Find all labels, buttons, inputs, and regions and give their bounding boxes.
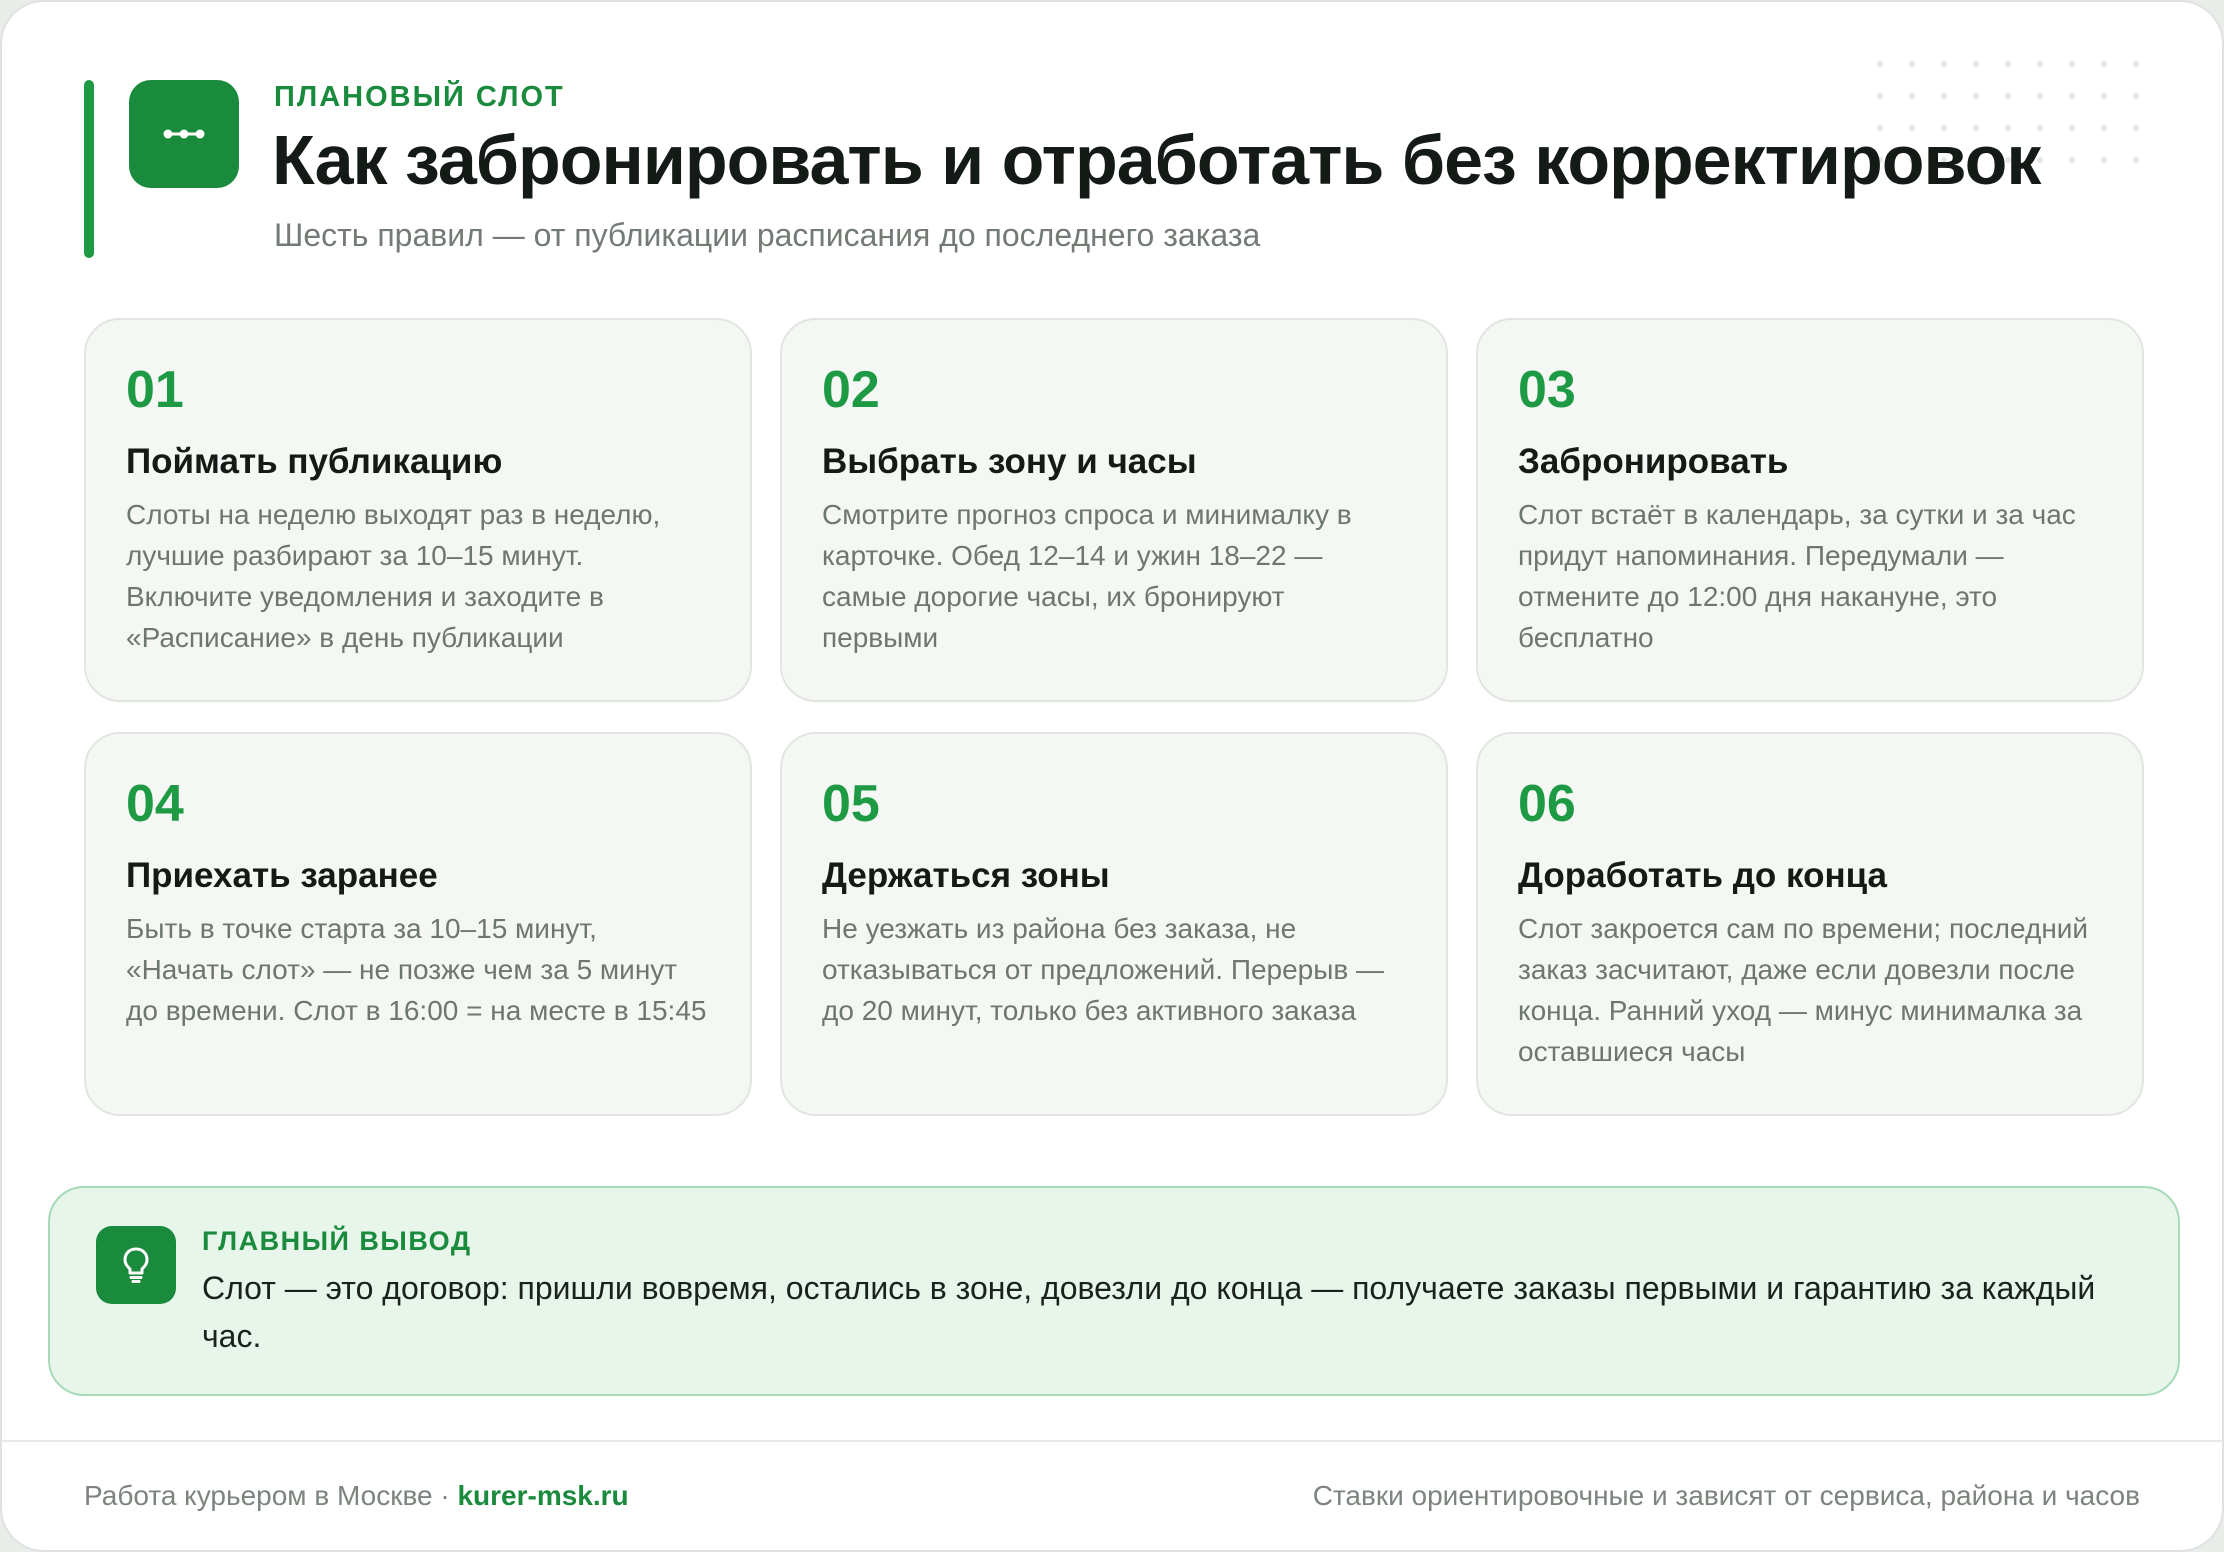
step-number: 05 xyxy=(822,775,880,833)
page-subtitle: Шесть правил — от публикации расписания … xyxy=(274,217,1261,253)
header-accent-bar xyxy=(84,80,94,258)
step-title: Доработать до конца xyxy=(1518,856,1888,895)
page-title: Как забронировать и отработать без корре… xyxy=(272,121,2041,199)
step-card-06: 06 Доработать до конца Слот закроется са… xyxy=(1476,732,2144,1116)
lightbulb-icon xyxy=(96,1226,176,1304)
step-card-05: 05 Держаться зоны Не уезжать из района б… xyxy=(780,732,1448,1116)
step-description: Слот встаёт в календарь, за сутки и за ч… xyxy=(1518,499,2076,653)
takeaway-label: ГЛАВНЫЙ ВЫВОД xyxy=(202,1226,472,1256)
step-card-01: 01 Поймать публикацию Слоты на неделю вы… xyxy=(84,318,752,702)
step-title: Приехать заранее xyxy=(126,856,438,895)
infographic-sheet: ПЛАНОВЫЙ СЛОТ Как забронировать и отрабо… xyxy=(0,0,2224,1552)
step-description: Слоты на неделю выходят раз в неделю, лу… xyxy=(126,499,661,653)
step-description: Не уезжать из района без заказа, не отка… xyxy=(822,913,1385,1026)
header-eyebrow: ПЛАНОВЫЙ СЛОТ xyxy=(274,81,565,113)
step-card-02: 02 Выбрать зону и часы Смотрите прогноз … xyxy=(780,318,1448,702)
step-card-03: 03 Забронировать Слот встаёт в календарь… xyxy=(1476,318,2144,702)
step-number: 04 xyxy=(126,775,184,833)
step-title: Выбрать зону и часы xyxy=(822,442,1197,481)
step-number: 03 xyxy=(1518,361,1576,419)
step-number: 01 xyxy=(126,361,184,419)
step-title: Забронировать xyxy=(1518,442,1789,481)
footer-divider xyxy=(2,1440,2222,1442)
steps-grid: 01 Поймать публикацию Слоты на неделю вы… xyxy=(84,318,2144,1116)
step-description: Слот закроется сам по времени; последний… xyxy=(1518,913,2089,1067)
step-description: Смотрите прогноз спроса и минималку в ка… xyxy=(822,499,1352,653)
footer-disclaimer: Ставки ориентировочные и зависят от серв… xyxy=(1312,1480,2140,1511)
step-number: 06 xyxy=(1518,775,1576,833)
step-card-04: 04 Приехать заранее Быть в точке старта … xyxy=(84,732,752,1116)
takeaway-text: Слот — это договор: пришли вовремя, оста… xyxy=(202,1270,2096,1354)
key-takeaway-box: ГЛАВНЫЙ ВЫВОД Слот — это договор: пришли… xyxy=(48,1186,2180,1396)
footer-site-link[interactable]: kurer-msk.ru xyxy=(457,1480,628,1511)
step-title: Поймать публикацию xyxy=(126,442,503,481)
step-number: 02 xyxy=(822,361,880,419)
step-title: Держаться зоны xyxy=(822,856,1110,895)
route-dots-icon xyxy=(129,80,239,188)
footer-caption: Работа курьером в Москве · xyxy=(84,1480,458,1511)
footer-attribution: Работа курьером в Москве · kurer-msk.ru xyxy=(84,1480,629,1512)
step-description: Быть в точке старта за 10–15 минут, «Нач… xyxy=(126,913,707,1026)
